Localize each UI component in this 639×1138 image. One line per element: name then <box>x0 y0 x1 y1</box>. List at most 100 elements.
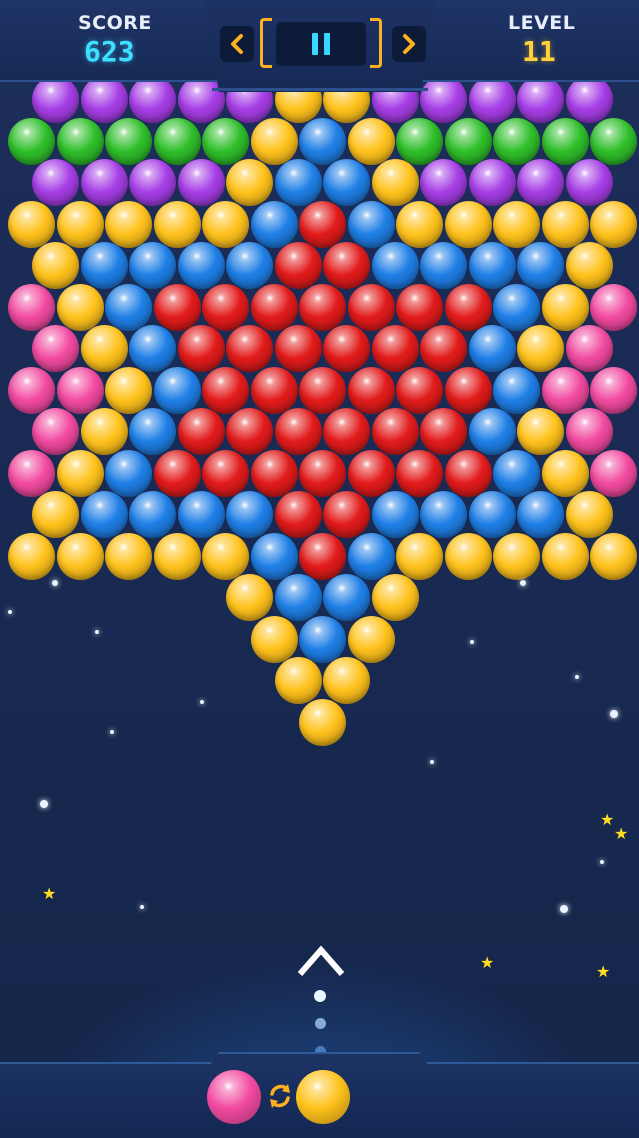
bubble-red <box>396 283 443 331</box>
bubble-yellow <box>396 200 443 248</box>
bubble-red <box>299 366 346 414</box>
bubble-yellow <box>541 449 589 497</box>
bubble-blue <box>517 491 564 538</box>
bubble-yellow <box>153 532 201 580</box>
bubble-red <box>202 366 249 414</box>
bubble-yellow <box>541 532 589 580</box>
current-ball[interactable] <box>207 1070 261 1124</box>
star-dot <box>8 610 12 614</box>
bubble-red <box>323 242 370 289</box>
bubble-pink <box>32 325 79 372</box>
bubble-blue <box>347 200 395 248</box>
bubble-yellow <box>105 200 152 248</box>
bubble-red <box>250 366 298 414</box>
bubble-yellow <box>105 366 152 414</box>
bubble-blue <box>371 242 419 289</box>
bubble-red <box>444 283 492 331</box>
bubble-green <box>56 117 104 165</box>
star-dot <box>575 675 579 679</box>
top-center-tab-edge <box>212 88 428 91</box>
star-dot <box>600 860 604 864</box>
chevron-up-icon <box>297 945 345 976</box>
bubble-yellow <box>565 491 613 538</box>
star-dot <box>610 710 618 718</box>
bubble-blue <box>80 491 128 538</box>
bubble-blue <box>129 325 176 372</box>
bubble-pink <box>590 449 637 497</box>
bubble-yellow <box>226 574 273 621</box>
bubble-purple <box>32 76 79 123</box>
bubble-blue <box>371 491 419 538</box>
bubble-green <box>493 117 540 165</box>
bubble-red <box>396 366 443 414</box>
bubble-purple <box>32 159 79 206</box>
bubble-yellow <box>517 325 564 372</box>
bubble-purple <box>420 159 467 206</box>
bubble-blue <box>129 491 176 538</box>
bubble-blue <box>250 200 298 248</box>
bubble-green <box>396 117 443 165</box>
bubble-yellow <box>371 574 419 621</box>
star-dot <box>110 730 114 734</box>
score-value: 623 <box>84 35 135 68</box>
bubble-purple <box>565 159 613 206</box>
bubble-green <box>202 117 249 165</box>
star-dot <box>140 905 144 909</box>
score-label: SCORE <box>78 12 152 34</box>
bubble-yellow <box>396 532 443 580</box>
bubble-green <box>153 117 201 165</box>
bubble-yellow <box>32 491 79 538</box>
bubble-red <box>323 408 370 455</box>
bubble-pink <box>565 325 613 372</box>
bubble-yellow <box>371 159 419 206</box>
swap-icon[interactable] <box>266 1082 294 1110</box>
bubble-yellow <box>202 200 249 248</box>
bubble-blue <box>129 242 176 289</box>
bubble-yellow <box>250 117 298 165</box>
bubble-purple <box>565 76 613 123</box>
bubble-pink <box>56 366 104 414</box>
bubble-blue <box>420 242 467 289</box>
bubble-yellow <box>56 449 104 497</box>
level-value: 11 <box>522 35 556 68</box>
bubble-pink <box>8 283 55 331</box>
bubble-yellow <box>565 242 613 289</box>
bottom-center-tab <box>208 1052 430 1068</box>
bubble-blue <box>80 242 128 289</box>
star-dot <box>470 640 474 644</box>
bubble-yellow <box>347 615 395 663</box>
bubble-yellow <box>56 532 104 580</box>
bubble-yellow <box>347 117 395 165</box>
bubble-blue <box>468 242 516 289</box>
aim-dot <box>314 990 326 1002</box>
bubble-yellow <box>444 532 492 580</box>
bubble-red <box>250 449 298 497</box>
bubble-yellow <box>541 200 589 248</box>
bubble-blue <box>347 532 395 580</box>
next-ball <box>296 1070 350 1124</box>
bubble-green <box>8 117 55 165</box>
bubble-yellow <box>8 200 55 248</box>
bubble-purple <box>80 159 128 206</box>
bubble-purple <box>517 159 564 206</box>
bubble-yellow <box>493 200 540 248</box>
previous-button[interactable] <box>220 26 254 62</box>
bubble-red <box>274 491 322 538</box>
bubble-pink <box>8 366 55 414</box>
bubble-yellow <box>590 200 637 248</box>
bubble-purple <box>517 76 564 123</box>
next-button[interactable] <box>392 26 426 62</box>
bubble-red <box>299 200 346 248</box>
bubble-red <box>347 283 395 331</box>
pause-button[interactable] <box>276 22 366 66</box>
bubble-red <box>347 366 395 414</box>
bubble-red <box>274 242 322 289</box>
star-dot <box>52 580 58 586</box>
bubble-blue <box>250 532 298 580</box>
star-icon: ★ <box>596 962 611 981</box>
bubble-red <box>274 325 322 372</box>
bubble-pink <box>541 366 589 414</box>
bubble-blue <box>129 408 176 455</box>
bubble-blue <box>468 325 516 372</box>
bubble-blue <box>323 159 370 206</box>
